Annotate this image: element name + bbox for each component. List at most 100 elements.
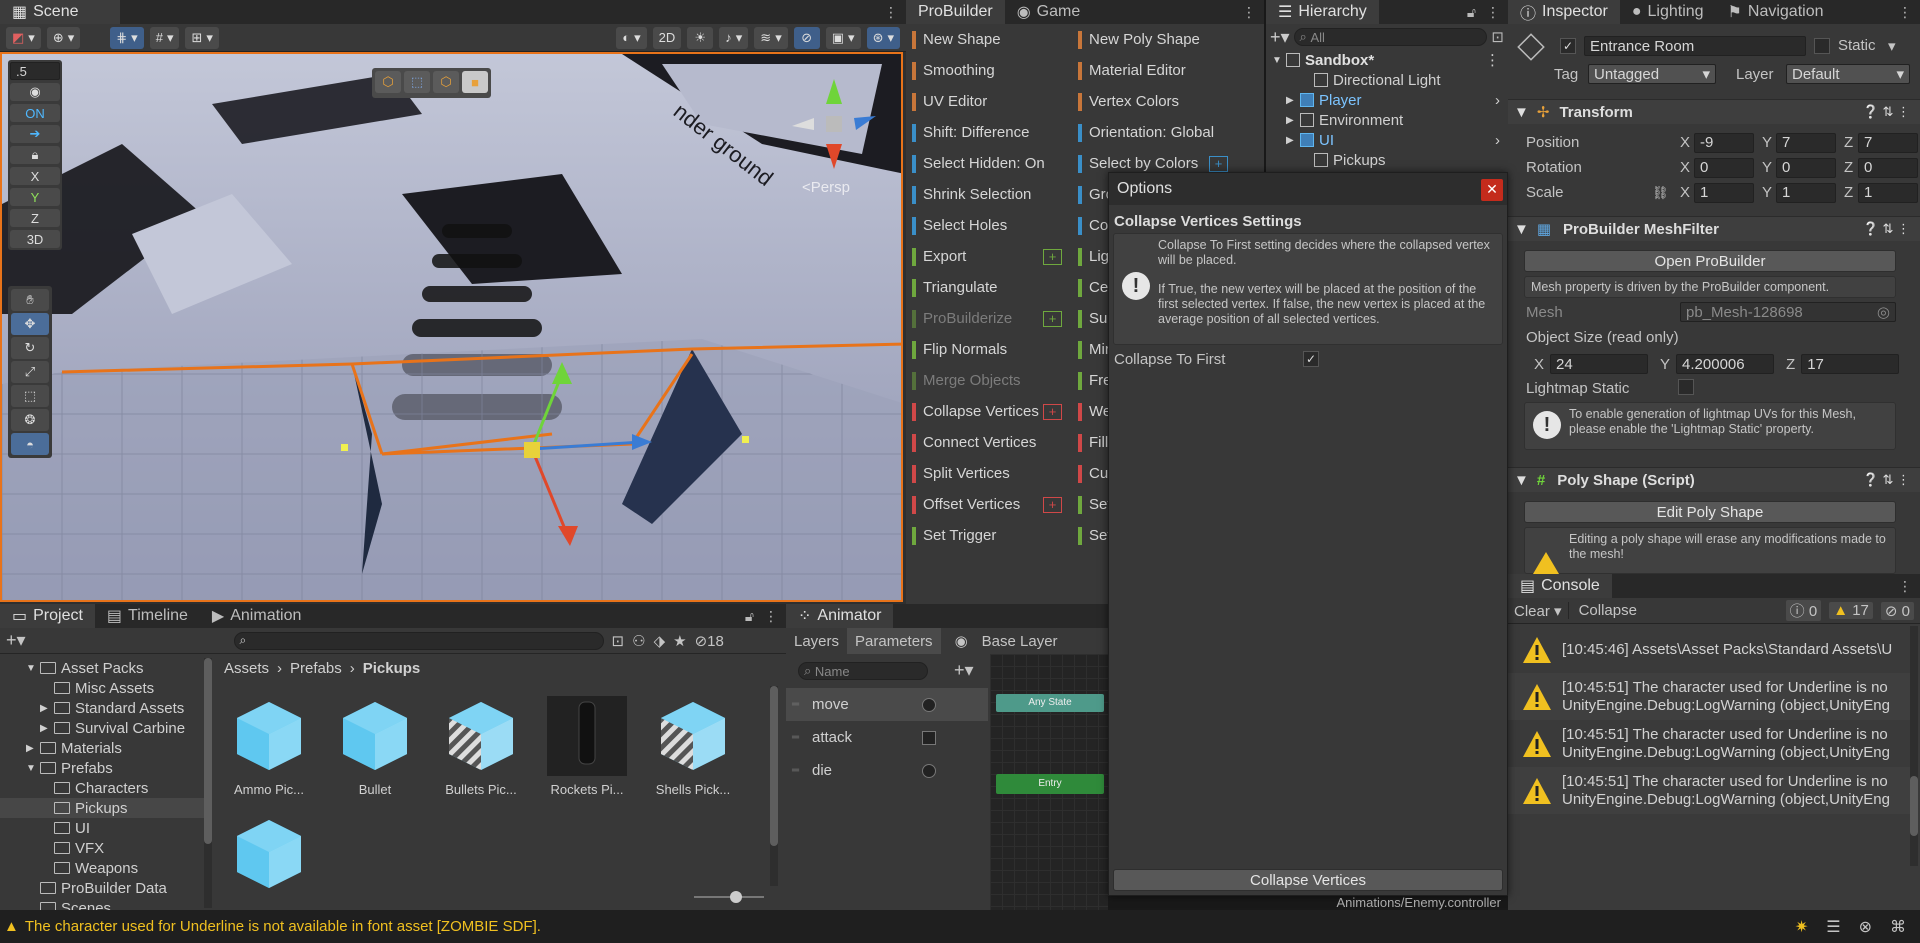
pb-left-item[interactable]: Select Holes — [906, 210, 1070, 241]
pb-left-item[interactable]: Collapse Vertices + — [906, 396, 1070, 427]
pb-left-item[interactable]: Connect Vertices — [906, 427, 1070, 458]
kebab-menu-icon[interactable]: ⋮ — [1898, 4, 1912, 21]
project-folder-item[interactable]: UI — [0, 818, 210, 838]
help-icon[interactable]: ❔ ⇅ ⋮ — [1863, 472, 1910, 488]
pb-right-item[interactable]: Vertex Colors — [1072, 86, 1236, 117]
meshfilter-header[interactable]: ▼ ▦ ProBuilder MeshFilter ❔ ⇅ ⋮ — [1508, 216, 1920, 241]
fold-arrow-icon[interactable]: ▶ — [26, 743, 40, 754]
fold-arrow-icon[interactable]: ▶ — [1286, 135, 1300, 146]
tab-inspector[interactable]: ⓘ Inspector — [1508, 0, 1620, 24]
global-view-button[interactable]: ⊕ ▾ — [46, 26, 81, 49]
error-count[interactable]: ⊘ 0 — [1880, 601, 1914, 620]
kebab-menu-icon[interactable]: ⋮ — [764, 608, 778, 625]
options-plus-button[interactable]: + — [1043, 248, 1062, 265]
vertex-mode-button[interactable]: ⬚ — [404, 71, 430, 93]
light-bake-icon[interactable]: ✷ — [1795, 917, 1808, 937]
grid-snap-value[interactable]: .5 — [10, 62, 60, 80]
hierarchy-item[interactable]: ▼ Sandbox* ⋮ — [1266, 50, 1508, 70]
project-folder-item[interactable]: Misc Assets — [0, 678, 210, 698]
gizmos-button[interactable]: ⊛ ▾ — [866, 26, 900, 49]
favorite-icon[interactable]: ★ — [673, 632, 686, 650]
pb-left-item[interactable]: New Shape — [906, 24, 1070, 55]
face-mode-button[interactable]: ■ — [462, 71, 488, 93]
size-x-field[interactable]: 24 — [1550, 354, 1649, 374]
grid-snap-button[interactable]: ⋕ ▾ — [110, 26, 144, 49]
axis-x-toggle[interactable]: X — [10, 167, 60, 185]
pb-left-item[interactable]: Triangulate — [906, 272, 1070, 303]
pb-left-item[interactable]: Set Trigger — [906, 520, 1070, 551]
collapse-button[interactable]: Collapse — [1567, 602, 1647, 619]
layer-dropdown[interactable]: Default ▾ — [1786, 64, 1910, 84]
pb-left-item[interactable]: Merge Objects — [906, 365, 1070, 396]
tab-game[interactable]: ◉ Game — [1005, 0, 1093, 24]
parameter-row[interactable]: ═ attack — [786, 721, 988, 754]
fold-arrow-icon[interactable]: ▶ — [1286, 95, 1300, 106]
options-plus-button[interactable]: + — [1043, 310, 1062, 327]
tab-scene[interactable]: ▦ Scene — [0, 0, 120, 24]
project-folder-item[interactable]: ▶ Survival Carbine — [0, 718, 210, 738]
project-folder-item[interactable]: Scenes — [0, 898, 210, 910]
camera-button[interactable]: ▣ ▾ — [825, 26, 861, 49]
pb-right-item[interactable]: Material Editor — [1072, 55, 1236, 86]
parameter-search[interactable]: ⌕ Name — [798, 662, 928, 680]
search-filter-icon[interactable]: ⊡ — [612, 632, 625, 650]
object-mode-button[interactable]: ⬡ — [375, 71, 401, 93]
transform-z-field[interactable]: 7 — [1858, 132, 1918, 153]
transform-z-field[interactable]: 0 — [1858, 157, 1918, 178]
tab-lighting[interactable]: ● Lighting — [1620, 0, 1716, 24]
fold-arrow-icon[interactable]: ▶ — [40, 723, 54, 734]
snap-on-toggle[interactable]: ON — [10, 104, 60, 122]
console-log-row[interactable]: [10:45:46] Assets\Asset Packs\Standard A… — [1508, 626, 1910, 673]
kebab-menu-icon[interactable]: ⋮ — [1242, 4, 1256, 21]
pb-right-item[interactable]: Orientation: Global — [1072, 117, 1236, 148]
project-folder-item[interactable]: ▶ Materials — [0, 738, 210, 758]
project-folder-item[interactable]: ▼ Prefabs — [0, 758, 210, 778]
pb-left-item[interactable]: UV Editor — [906, 86, 1070, 117]
drag-handle-icon[interactable]: ═ — [792, 765, 808, 776]
filter-type-icon[interactable]: ⚇ — [632, 632, 645, 650]
lock-icon[interactable]: 🔓︎ — [1467, 4, 1476, 21]
hierarchy-item[interactable]: ▶ UI › — [1266, 130, 1508, 150]
tab-animation[interactable]: ▶ Animation — [200, 604, 313, 628]
transform-x-field[interactable]: -9 — [1694, 132, 1754, 153]
debug-icon[interactable]: ⌘ — [1890, 917, 1906, 937]
pb-left-item[interactable]: Offset Vertices + — [906, 489, 1070, 520]
grid-visibility-button[interactable]: # ▾ — [149, 26, 180, 49]
console-log-row[interactable]: [10:45:51] The character used for Underl… — [1508, 720, 1910, 767]
warn-count[interactable]: ▲ 17 — [1829, 602, 1873, 619]
slider-thumb[interactable] — [730, 891, 742, 903]
console-log-row[interactable]: [10:45:51] The character used for Underl… — [1508, 767, 1910, 814]
transform-tool-button[interactable]: ❂ — [11, 409, 49, 431]
chevron-right-icon[interactable]: › — [1495, 132, 1500, 149]
edge-mode-button[interactable]: ⬡ — [433, 71, 459, 93]
filter-label-icon[interactable]: ⬗ — [654, 632, 666, 650]
pb-left-item[interactable]: Select Hidden: On — [906, 148, 1070, 179]
object-name-field[interactable]: Entrance Room — [1584, 36, 1806, 56]
scale-tool-button[interactable]: ⤢ — [11, 361, 49, 383]
create-asset-button[interactable]: +▾ — [6, 630, 26, 651]
asset-item[interactable] — [220, 814, 318, 900]
snap-arrow-toggle[interactable]: ➔ — [10, 125, 60, 143]
transform-y-field[interactable]: 7 — [1776, 132, 1836, 153]
project-folder-item[interactable]: VFX — [0, 838, 210, 858]
move-tool-button[interactable]: ✥ — [11, 313, 49, 335]
static-dropdown-icon[interactable]: ▾ — [1888, 37, 1896, 55]
kebab-menu-icon[interactable]: ⋮ — [1898, 578, 1912, 595]
parameter-row[interactable]: ═ die — [786, 754, 988, 787]
tag-dropdown[interactable]: Untagged ▾ — [1588, 64, 1716, 84]
asset-item[interactable]: Bullet — [326, 696, 424, 797]
open-probuilder-button[interactable]: Open ProBuilder — [1524, 250, 1896, 272]
pb-left-item[interactable]: Smoothing — [906, 55, 1070, 86]
any-state-node[interactable]: Any State — [996, 694, 1104, 712]
effects-button[interactable]: ≋ ▾ — [754, 26, 788, 49]
tab-animator[interactable]: ⁘ Animator — [786, 604, 894, 628]
project-search[interactable]: ⌕ — [233, 631, 604, 650]
console-scroll-thumb[interactable] — [1910, 776, 1918, 836]
bool-checkbox[interactable] — [922, 730, 936, 745]
project-folder-item[interactable]: ▼ Asset Packs — [0, 658, 210, 678]
asset-scrollbar[interactable] — [770, 686, 778, 886]
eye-icon[interactable]: ◉ — [955, 632, 968, 650]
size-y-field[interactable]: 4.200006 — [1676, 354, 1775, 374]
status-message[interactable]: The character used for Underline is not … — [25, 918, 541, 935]
tab-probuilder[interactable]: ProBuilder — [906, 0, 1005, 24]
